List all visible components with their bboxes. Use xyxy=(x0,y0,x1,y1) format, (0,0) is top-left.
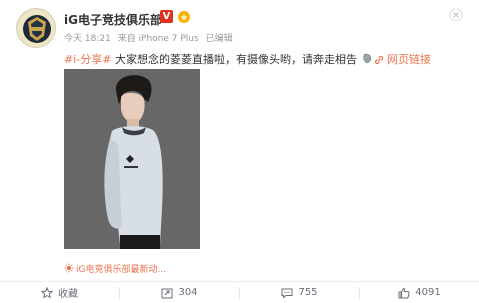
star-icon xyxy=(41,286,53,299)
avatar[interactable] xyxy=(16,8,56,48)
web-link-label: 网页链接 xyxy=(387,53,431,66)
repost-count: 304 xyxy=(178,287,198,298)
emoji-icon xyxy=(363,53,372,64)
favorite-label: 收藏 xyxy=(58,289,78,300)
link-icon xyxy=(374,55,384,65)
medal-icon xyxy=(178,11,190,23)
post-meta: 今天 18:21 来自 iPhone 7 Plus 已编辑 xyxy=(64,31,237,44)
post-body: 大家想念的菱菱直播啦，有摄像头哟，请奔走相告 xyxy=(114,53,357,66)
post-text: #i-分享# 大家想念的菱菱直播啦，有摄像头哟，请奔走相告 xyxy=(64,51,373,67)
edited-label: 已编辑 xyxy=(205,34,233,44)
weibo-post: iG电子竞技俱乐部 V 今天 18:21 来自 iPhone 7 Plus 已编… xyxy=(0,0,479,303)
source-link[interactable]: iG电竞俱乐部最新动... xyxy=(64,262,166,275)
comment-button[interactable]: 755 xyxy=(240,282,359,303)
comment-count: 755 xyxy=(298,287,318,298)
comment-icon xyxy=(281,288,293,299)
post-image[interactable] xyxy=(64,69,200,249)
close-icon[interactable] xyxy=(449,8,463,22)
action-bar: 收藏 304 755 4091 xyxy=(0,282,479,303)
sun-icon xyxy=(64,263,74,273)
post-time[interactable]: 今天 18:21 xyxy=(64,34,111,44)
account-name[interactable]: iG电子竞技俱乐部 xyxy=(64,11,162,28)
favorite-button[interactable]: 收藏 xyxy=(0,282,119,303)
like-button[interactable]: 4091 xyxy=(360,282,479,303)
repost-button[interactable]: 304 xyxy=(120,282,239,303)
thumbs-up-icon xyxy=(398,287,410,298)
verified-badge-icon: V xyxy=(160,10,173,23)
ig-logo xyxy=(18,10,55,47)
repost-icon xyxy=(161,288,173,298)
web-link[interactable]: 网页链接 xyxy=(374,51,431,67)
hashtag-link[interactable]: #i-分享# xyxy=(64,53,111,66)
player-photo xyxy=(64,69,200,249)
post-source: 来自 iPhone 7 Plus xyxy=(117,34,199,44)
like-count: 4091 xyxy=(415,287,441,298)
source-link-label: iG电竞俱乐部最新动... xyxy=(76,265,167,275)
